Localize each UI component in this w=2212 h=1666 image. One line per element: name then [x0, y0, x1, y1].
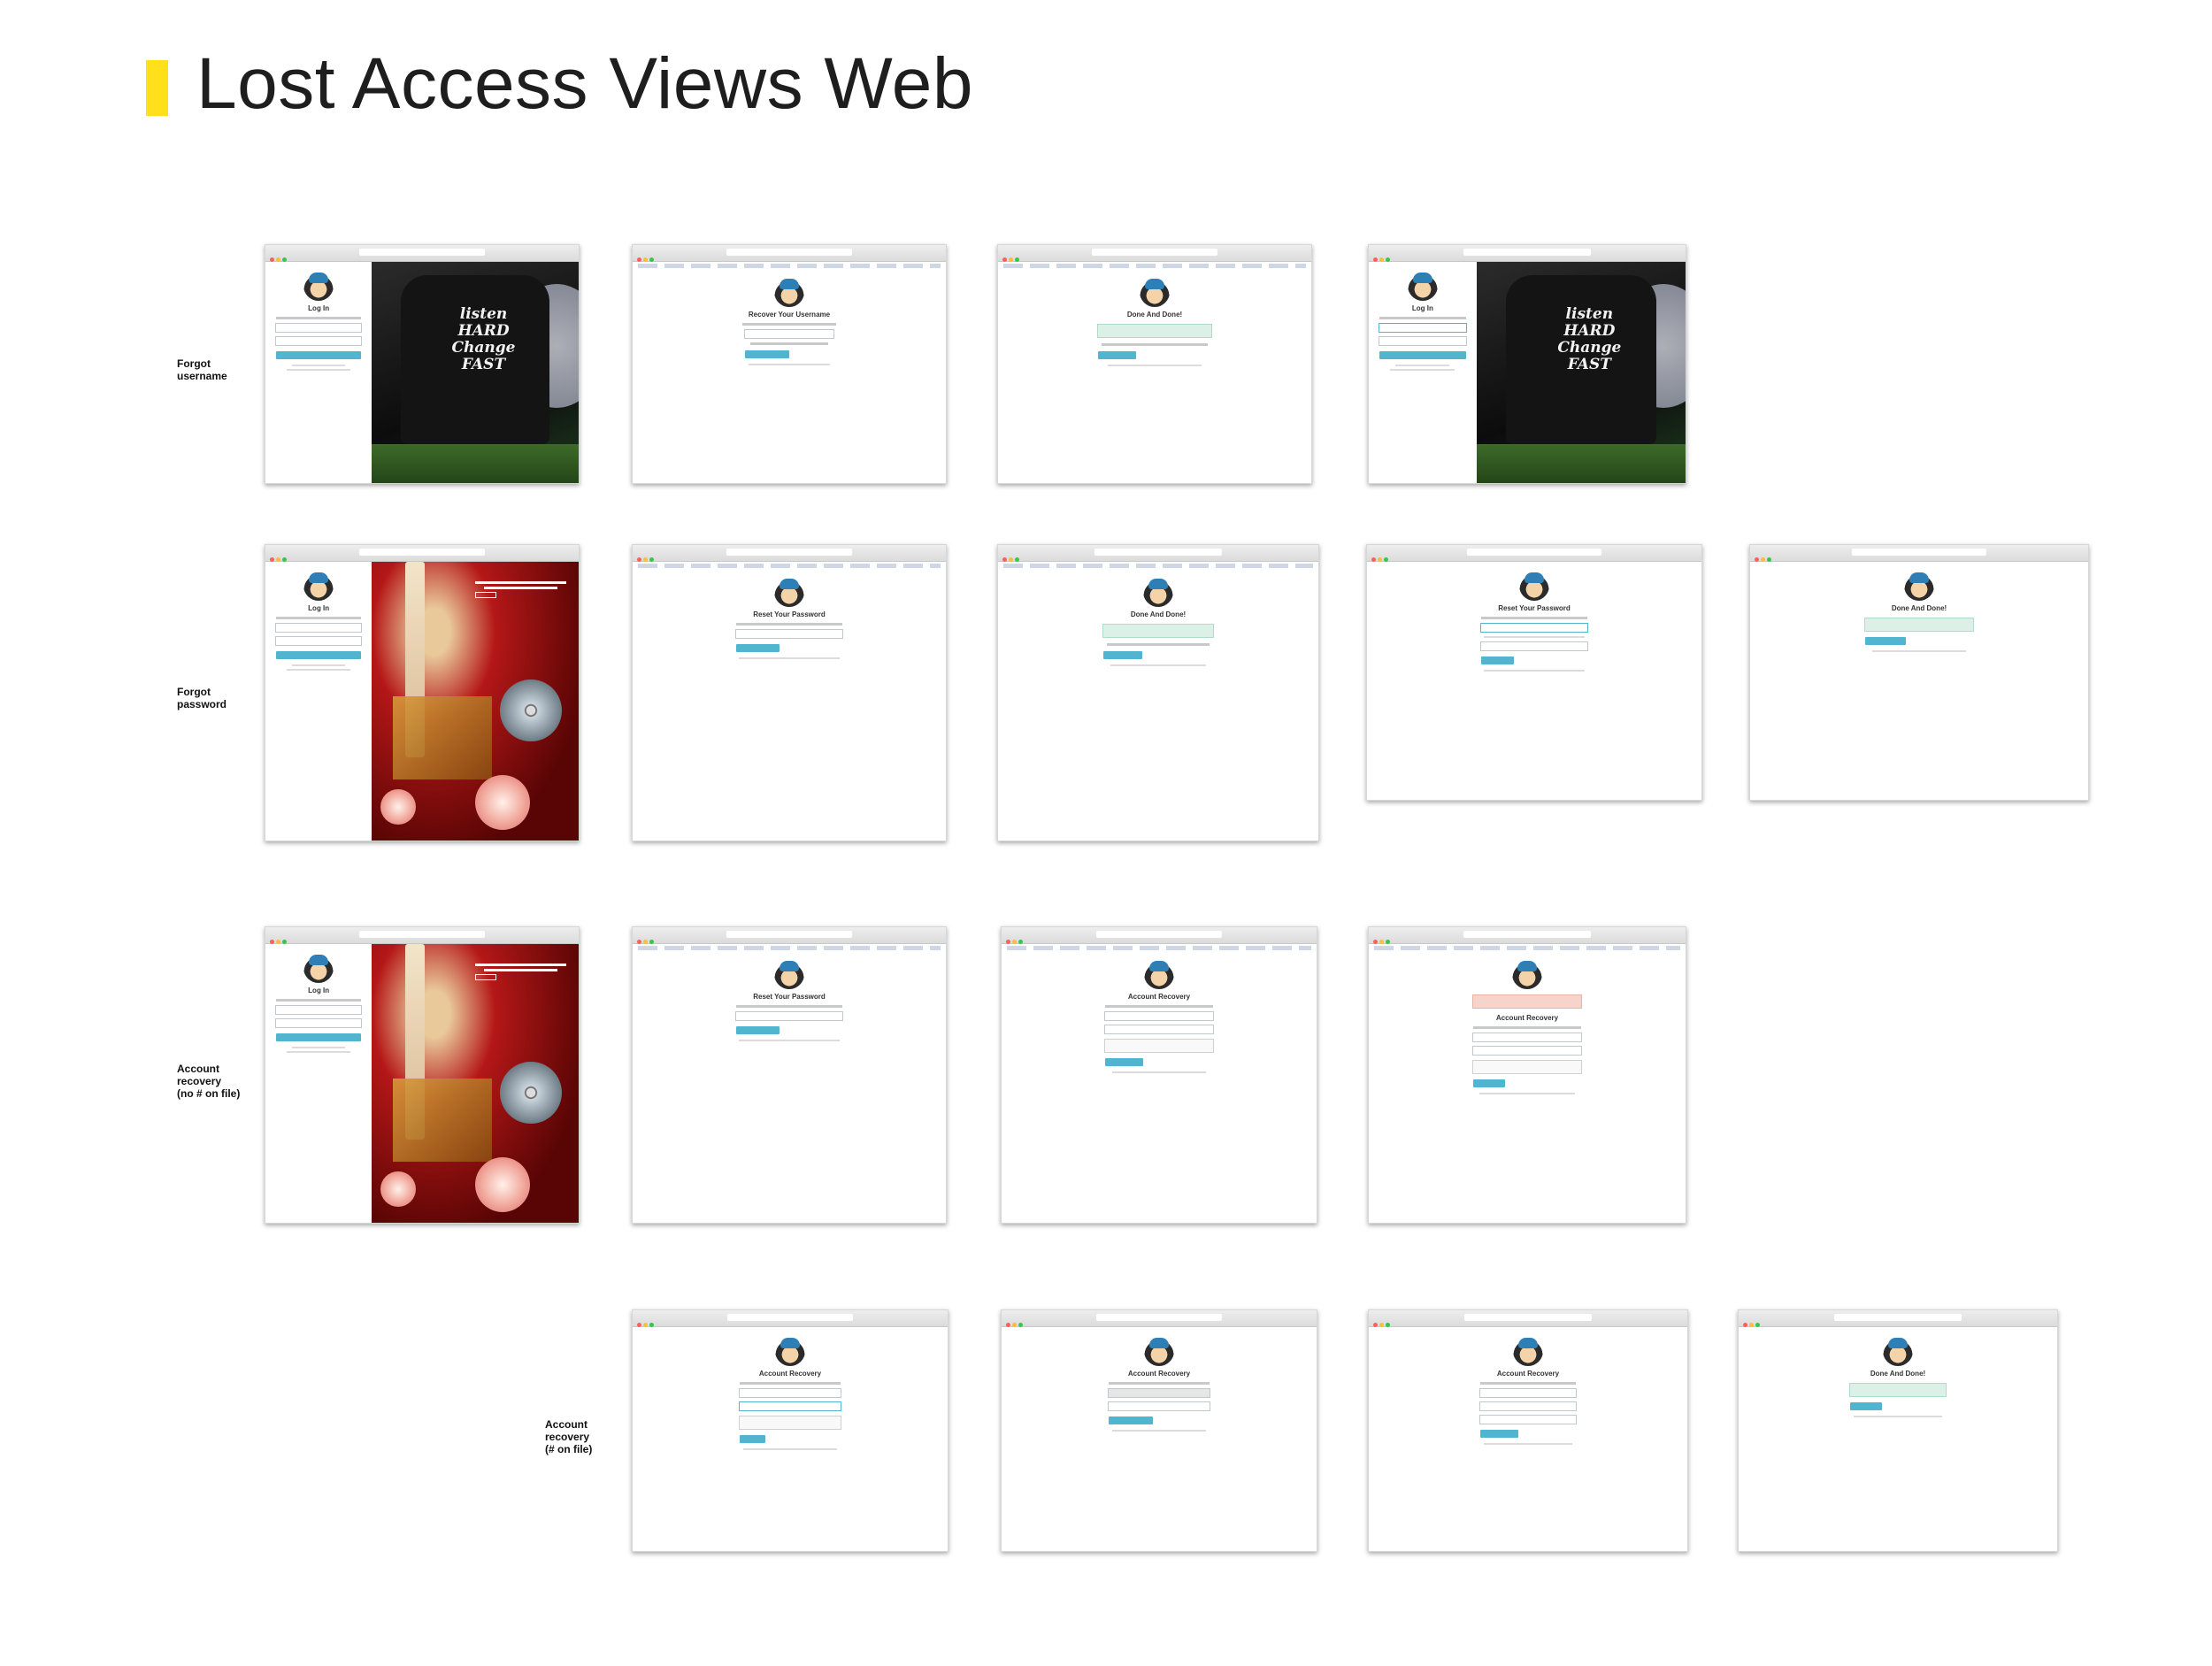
mailchimp-logo-icon [1519, 571, 1549, 601]
screen-title: Reset Your Password [1498, 604, 1571, 612]
screenshot-reset-password: Reset Your Password [632, 544, 947, 841]
screen-title: Done And Done! [1891, 604, 1947, 612]
mailchimp-logo-icon [303, 953, 334, 983]
title-accent-bar [146, 60, 168, 116]
mailchimp-logo-icon [303, 571, 334, 601]
row-label-account-recovery-no-number: Account recovery (no # on file) [177, 1063, 241, 1100]
row-label-forgot-username: Forgot username [177, 357, 227, 382]
mailchimp-logo-icon [1140, 277, 1170, 307]
screen-title: Log In [308, 987, 330, 994]
screen-title: Account Recovery [1496, 1370, 1560, 1378]
screenshot-login-candles-2: Log In [265, 926, 580, 1224]
mailchimp-logo-icon [774, 577, 804, 607]
hero-image-jacket: listen HARD Change FAST [1476, 262, 1686, 483]
screenshot-account-recovery-error: Account Recovery [1368, 926, 1686, 1224]
hero-image-candles [372, 562, 579, 841]
screen-title: Account Recovery [1127, 993, 1191, 1001]
mailchimp-logo-icon [774, 959, 804, 989]
row-label-account-recovery-number: Account recovery (# on file) [545, 1418, 593, 1455]
mailchimp-logo-icon [303, 271, 334, 301]
screenshot-recover-username: Recover Your Username [632, 244, 947, 484]
mailchimp-logo-icon [1512, 959, 1542, 989]
mailchimp-logo-icon [1143, 577, 1173, 607]
screen-title: Log In [308, 604, 330, 612]
hero-image-candles [372, 944, 579, 1223]
mailchimp-logo-icon [1513, 1336, 1543, 1366]
screenshot-reset-password-new: Reset Your Password [1366, 544, 1702, 801]
screen-title: Recover Your Username [748, 311, 831, 319]
mailchimp-logo-icon [774, 277, 804, 307]
screenshot-account-recovery-code: Account Recovery [1001, 1309, 1317, 1552]
screenshot-login-jacket: Log In listen HARD Change FAST [265, 244, 580, 484]
screenshot-account-recovery-filled: Account Recovery [632, 1309, 949, 1552]
screen-title: Account Recovery [1495, 1014, 1559, 1022]
screen-title: Done And Done! [1870, 1370, 1926, 1378]
screen-title: Done And Done! [1126, 311, 1183, 319]
screenshot-done-recovery: Done And Done! [1738, 1309, 2058, 1552]
screen-title: Account Recovery [1127, 1370, 1191, 1378]
page-title: Lost Access Views Web [196, 43, 973, 124]
mailchimp-logo-icon [1144, 959, 1174, 989]
screenshot-done-password-final: Done And Done! [1749, 544, 2089, 801]
screenshot-login-candles: Log In [265, 544, 580, 841]
screen-title: Reset Your Password [753, 993, 826, 1001]
screen-title: Done And Done! [1130, 610, 1187, 618]
mailchimp-logo-icon [1904, 571, 1934, 601]
hero-image-jacket: listen HARD Change FAST [372, 262, 579, 483]
mailchimp-logo-icon [775, 1336, 805, 1366]
mailchimp-logo-icon [1407, 271, 1438, 301]
row-label-forgot-password: Forgot password [177, 686, 227, 710]
screen-title: Log In [308, 304, 330, 312]
screenshot-reset-password-2: Reset Your Password [632, 926, 947, 1224]
screenshot-account-recovery-new-password: Account Recovery [1368, 1309, 1688, 1552]
mailchimp-logo-icon [1883, 1336, 1913, 1366]
screen-title: Account Recovery [758, 1370, 822, 1378]
screenshot-account-recovery-form: Account Recovery [1001, 926, 1317, 1224]
screen-title: Log In [1411, 304, 1433, 312]
screenshot-done-username: Done And Done! [997, 244, 1312, 484]
mailchimp-logo-icon [1144, 1336, 1174, 1366]
screenshot-done-password: Done And Done! [997, 544, 1319, 841]
screenshot-login-jacket-prefilled: Log In listen HARD Change FAST [1368, 244, 1686, 484]
screen-title: Reset Your Password [753, 610, 826, 618]
